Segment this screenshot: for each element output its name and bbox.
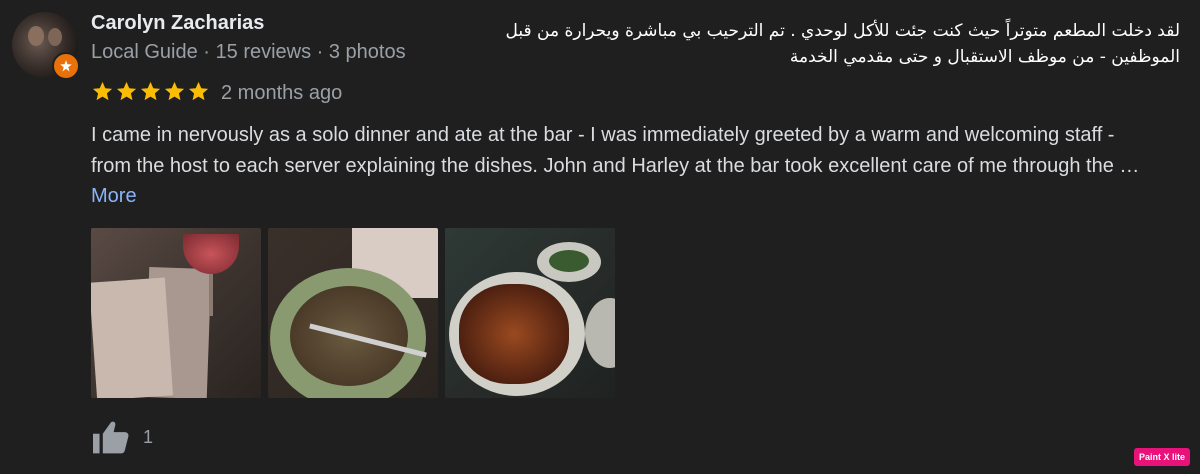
review-text: I came in nervously as a solo dinner and…	[91, 124, 1140, 177]
star-icon	[164, 81, 185, 101]
like-button[interactable]: 1	[91, 419, 153, 455]
review-photo-chicken-dish[interactable]	[445, 228, 615, 398]
star-icon	[116, 81, 137, 101]
review-photo-rice-dish[interactable]	[268, 228, 438, 398]
review-time: 2 months ago	[221, 82, 343, 104]
review-text-block: I came in nervously as a solo dinner and…	[91, 120, 1151, 212]
avatar-photo-person	[48, 28, 62, 46]
more-link[interactable]: More	[91, 185, 137, 207]
local-guide-badge-icon	[52, 52, 80, 80]
review-photo-drink-menu[interactable]	[91, 228, 261, 398]
star-icon	[92, 81, 113, 101]
arabic-translation-text: لقد دخلت المطعم متوتراً حيث كنت جئت للأك…	[505, 21, 1180, 67]
star-icon	[188, 81, 209, 101]
avatar[interactable]	[12, 12, 80, 80]
reviewer-meta: Local Guide · 15 reviews · 3 photos	[91, 41, 406, 63]
thumbs-up-icon	[93, 421, 129, 454]
star-icon	[140, 81, 161, 101]
avatar-photo-person	[28, 26, 44, 46]
watermark-badge: Paint X lite	[1133, 448, 1190, 466]
review-photos	[91, 228, 615, 398]
star-rating	[91, 80, 210, 103]
reviewer-name[interactable]: Carolyn Zacharias	[91, 12, 264, 35]
like-count: 1	[143, 426, 154, 447]
